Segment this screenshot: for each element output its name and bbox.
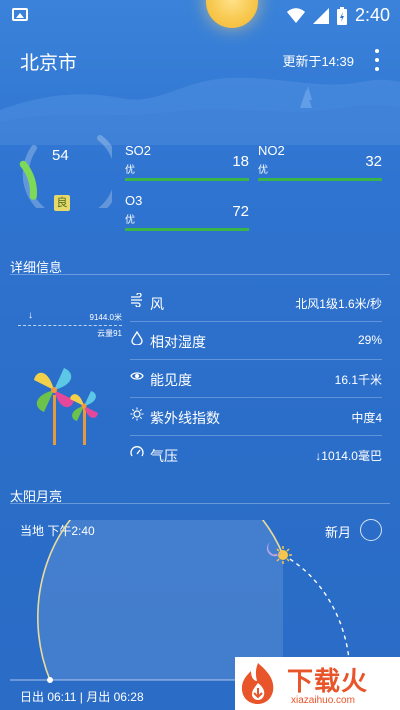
- detail-value: ↓1014.0毫巴: [315, 449, 382, 463]
- watermark: 下载火 xiazaihuo.com: [235, 657, 400, 710]
- pollutant-name: NO2: [258, 143, 285, 158]
- status-bar: 2:40: [0, 0, 400, 30]
- humidity-drop-icon: [131, 331, 143, 345]
- pollutant-no2: NO2 优 32: [258, 143, 382, 181]
- detail-label: 相对湿度: [150, 334, 206, 350]
- flame-logo-icon: [241, 663, 274, 704]
- watermark-url: xiazaihuo.com: [291, 695, 355, 706]
- weather-app: 2:40 北京市 更新于14:39 54 良 SO2 优 18 NO2 优 32…: [0, 0, 400, 710]
- status-time: 2:40: [354, 5, 390, 25]
- detail-row-visibility: 能见度 16.1千米: [130, 360, 382, 398]
- image-icon: [12, 8, 28, 21]
- visibility-small: 9144.0米: [89, 313, 122, 322]
- eye-icon: [130, 372, 144, 380]
- app-header: 北京市 更新于14:39: [0, 36, 400, 84]
- sun-uv-icon: [130, 407, 144, 421]
- sunrise-moonrise-times: 日出 06:11 | 月出 06:28: [20, 690, 144, 704]
- pollutant-value: 18: [232, 153, 249, 170]
- pollutant-o3: O3 优 72: [125, 193, 249, 231]
- pinwheel-icon: [34, 368, 98, 445]
- divider: [10, 274, 390, 275]
- detail-value: 29%: [357, 333, 382, 347]
- pollutant-grade: 优: [258, 165, 268, 176]
- dashed-line: [18, 325, 122, 326]
- pollutant-grade: 优: [125, 215, 135, 226]
- updated-time: 更新于14:39: [282, 54, 354, 69]
- pollutant-grade: 优: [125, 165, 135, 176]
- detail-value: 中度4: [351, 411, 382, 425]
- aqi-level-badge: 良: [54, 195, 70, 211]
- more-vert-icon[interactable]: [374, 49, 380, 71]
- pollutant-so2: SO2 优 18: [125, 143, 249, 181]
- aqi-value: 54: [52, 147, 69, 164]
- pollutant-value: 72: [232, 203, 249, 220]
- detail-label: 风: [150, 296, 164, 312]
- signal-icon: [312, 7, 329, 24]
- pollutant-name: SO2: [125, 143, 152, 158]
- detail-row-wind: 风 北风1级1.6米/秒: [130, 284, 382, 322]
- watermark-name: 下载火: [287, 666, 369, 696]
- detail-row-uv: 紫外线指数 中度4: [130, 398, 382, 436]
- detail-label: 气压: [150, 448, 178, 464]
- detail-value: 16.1千米: [334, 373, 382, 387]
- city-name[interactable]: 北京市: [20, 48, 77, 75]
- pressure-gauge-icon: [130, 446, 144, 457]
- detail-value: 北风1级1.6米/秒: [295, 297, 382, 311]
- battery-charging-icon: [336, 6, 347, 25]
- divider: [10, 503, 390, 504]
- pollutant-value: 32: [365, 153, 382, 170]
- detail-label: 紫外线指数: [150, 410, 220, 426]
- wind-icon: [131, 293, 142, 307]
- cloud-cover-small: 云量91: [97, 329, 122, 338]
- detail-row-pressure: 气压 ↓1014.0毫巴: [130, 436, 382, 474]
- arrow-down-icon: ↓: [28, 310, 33, 321]
- detail-row-humidity: 相对湿度 29%: [130, 322, 382, 360]
- pollutant-name: O3: [125, 193, 143, 208]
- wifi-icon: [286, 7, 305, 23]
- detail-label: 能见度: [150, 372, 192, 388]
